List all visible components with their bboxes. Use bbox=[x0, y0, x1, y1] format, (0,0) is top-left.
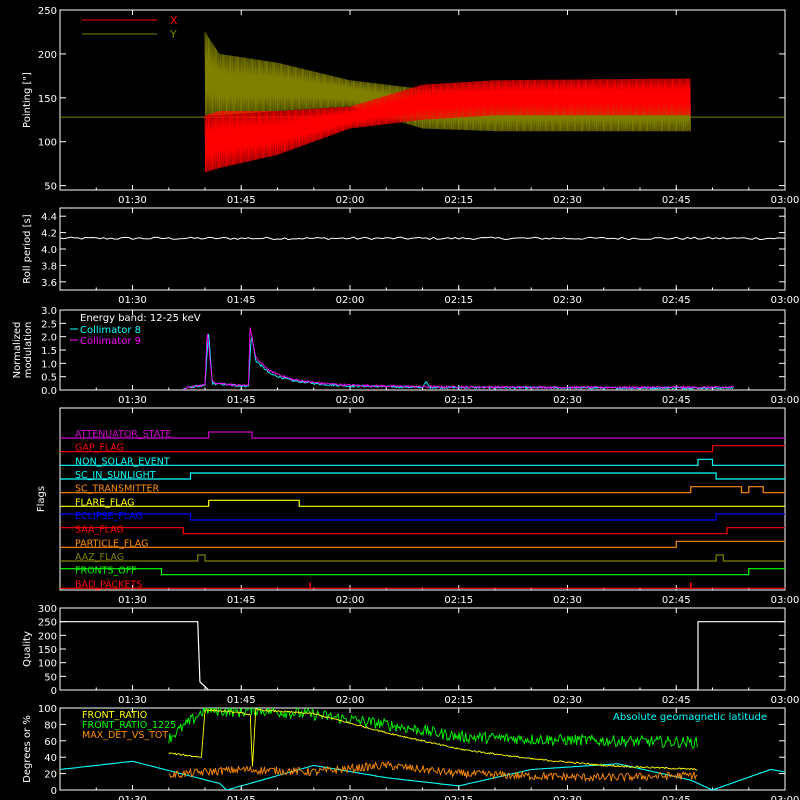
flag-label: FLARE_FLAG bbox=[75, 497, 135, 508]
x-tick-label: 03:00 bbox=[771, 695, 800, 706]
x-tick-label: 02:45 bbox=[662, 595, 691, 606]
x-tick-label: 01:45 bbox=[227, 395, 256, 406]
x-tick-label: 02:30 bbox=[553, 595, 582, 606]
flag-label: FRONTS_OFF bbox=[75, 566, 137, 577]
y-tick-label: 300 bbox=[38, 604, 57, 615]
y-tick-label: 0 bbox=[51, 786, 57, 797]
x-tick-label: 02:30 bbox=[553, 695, 582, 706]
x-tick-label: 01:45 bbox=[227, 195, 256, 206]
x-tick-label: 02:00 bbox=[336, 795, 365, 800]
y-tick-label: 0.0 bbox=[41, 386, 57, 397]
x-tick-label: 02:45 bbox=[662, 395, 691, 406]
flag-label: SC_TRANSMITTER bbox=[75, 484, 160, 495]
x-tick-label: 02:30 bbox=[553, 795, 582, 800]
flag-label: SAA_FLAG bbox=[75, 525, 124, 536]
y-tick-label: 4.0 bbox=[41, 245, 57, 256]
x-tick-label: 02:00 bbox=[336, 395, 365, 406]
y-tick-label: 4.2 bbox=[41, 229, 57, 240]
y-tick-label: 3.0 bbox=[41, 306, 57, 317]
legend-label: X bbox=[170, 14, 178, 27]
x-tick-label: 03:00 bbox=[771, 795, 800, 800]
y-tick-label: 2.0 bbox=[41, 333, 57, 344]
y-tick-label: 250 bbox=[38, 618, 57, 629]
x-tick-label: 01:30 bbox=[118, 195, 147, 206]
legend-label: Y bbox=[169, 28, 177, 41]
x-tick-label: 02:15 bbox=[444, 795, 473, 800]
x-tick-label: 01:30 bbox=[118, 395, 147, 406]
y-tick-label: 0 bbox=[51, 686, 57, 697]
y-tick-label: 80 bbox=[44, 720, 57, 731]
y-tick-label: 150 bbox=[38, 94, 57, 105]
x-tick-label: 03:00 bbox=[771, 295, 800, 306]
x-tick-label: 02:45 bbox=[662, 295, 691, 306]
x-tick-label: 02:30 bbox=[553, 195, 582, 206]
x-tick-label: 01:45 bbox=[227, 295, 256, 306]
y-tick-label: 0.5 bbox=[41, 373, 57, 384]
x-tick-label: 02:00 bbox=[336, 695, 365, 706]
y-tick-label: 1.0 bbox=[41, 359, 57, 370]
y-tick-label: 100 bbox=[38, 659, 57, 670]
legend-label: Collimator 9 bbox=[80, 336, 141, 347]
x-tick-label: 03:00 bbox=[771, 395, 800, 406]
legend-title: Energy band: 12-25 keV bbox=[80, 313, 201, 324]
flag-label: GAP_FLAG bbox=[75, 443, 124, 454]
y-axis-label: Flags bbox=[36, 486, 47, 512]
x-tick-label: 02:15 bbox=[444, 595, 473, 606]
flag-label: NON_SOLAR_EVENT bbox=[75, 456, 170, 467]
x-tick-label: 02:45 bbox=[662, 695, 691, 706]
flag-label: ATTENUATOR_STATE bbox=[75, 429, 171, 440]
y-axis-label: modulation bbox=[23, 322, 34, 379]
y-tick-label: 100 bbox=[38, 704, 57, 715]
x-tick-label: 02:15 bbox=[444, 195, 473, 206]
y-tick-label: 4.4 bbox=[41, 212, 57, 223]
y-axis-label: Degrees or % bbox=[22, 715, 33, 783]
rhessi-summary-plot: 01:30 01:45 02:00 02:15 02:30 02:45 03:00 50 100… bbox=[0, 0, 800, 800]
y-tick-label: 100 bbox=[38, 138, 57, 149]
y-axis-label: Pointing ["] bbox=[22, 72, 33, 128]
y-axis-label: Normalized bbox=[12, 322, 23, 379]
y-tick-label: 3.8 bbox=[41, 261, 57, 272]
y-tick-label: 40 bbox=[44, 753, 57, 764]
y-tick-label: 1.5 bbox=[41, 346, 57, 357]
x-tick-label: 02:15 bbox=[444, 695, 473, 706]
x-tick-label: 02:15 bbox=[444, 295, 473, 306]
flag-label: AAZ_FLAG bbox=[75, 552, 124, 563]
y-tick-label: 20 bbox=[44, 770, 57, 781]
y-tick-label: 3.6 bbox=[41, 278, 57, 289]
x-tick-label: 02:00 bbox=[336, 195, 365, 206]
legend-label: Collimator 8 bbox=[80, 325, 141, 336]
x-tick-label: 03:00 bbox=[771, 595, 800, 606]
flag-label: BAD_PACKETS bbox=[75, 579, 142, 590]
x-tick-label: 02:30 bbox=[553, 295, 582, 306]
y-axis-label: Quality bbox=[22, 631, 33, 667]
x-tick-label: 01:45 bbox=[227, 595, 256, 606]
flag-label: ECLIPSE_FLAG bbox=[75, 511, 143, 522]
y-tick-label: 150 bbox=[38, 645, 57, 656]
x-tick-label: 01:30 bbox=[118, 595, 147, 606]
y-tick-label: 50 bbox=[44, 672, 57, 683]
x-tick-label: 02:45 bbox=[662, 195, 691, 206]
x-tick-label: 02:45 bbox=[662, 795, 691, 800]
flag-label: SC_IN_SUNLIGHT bbox=[75, 470, 156, 481]
x-tick-label: 01:45 bbox=[227, 695, 256, 706]
y-tick-label: 250 bbox=[38, 6, 57, 17]
x-tick-label: 01:30 bbox=[118, 295, 147, 306]
y-tick-label: 60 bbox=[44, 737, 57, 748]
flag-label: PARTICLE_FLAG bbox=[75, 538, 148, 549]
x-tick-label: 02:00 bbox=[336, 595, 365, 606]
y-axis-label: Roll period [s] bbox=[22, 214, 33, 283]
x-tick-label: 02:30 bbox=[553, 395, 582, 406]
x-tick-label: 01:45 bbox=[227, 795, 256, 800]
x-tick-label: 02:00 bbox=[336, 295, 365, 306]
legend-label: MAX_DET_VS_TOT bbox=[82, 730, 168, 741]
x-tick-label: 01:30 bbox=[118, 695, 147, 706]
x-tick-label: 02:15 bbox=[444, 395, 473, 406]
x-tick-label: 03:00 bbox=[771, 195, 800, 206]
y-tick-label: 50 bbox=[44, 182, 57, 193]
y-tick-label: 200 bbox=[38, 631, 57, 642]
y-tick-label: 200 bbox=[38, 50, 57, 61]
y-tick-label: 2.5 bbox=[41, 319, 57, 330]
annotation-geomagnetic-latitude: Absolute geomagnetic latitude bbox=[613, 712, 767, 723]
x-tick-label: 01:30 bbox=[118, 795, 147, 800]
